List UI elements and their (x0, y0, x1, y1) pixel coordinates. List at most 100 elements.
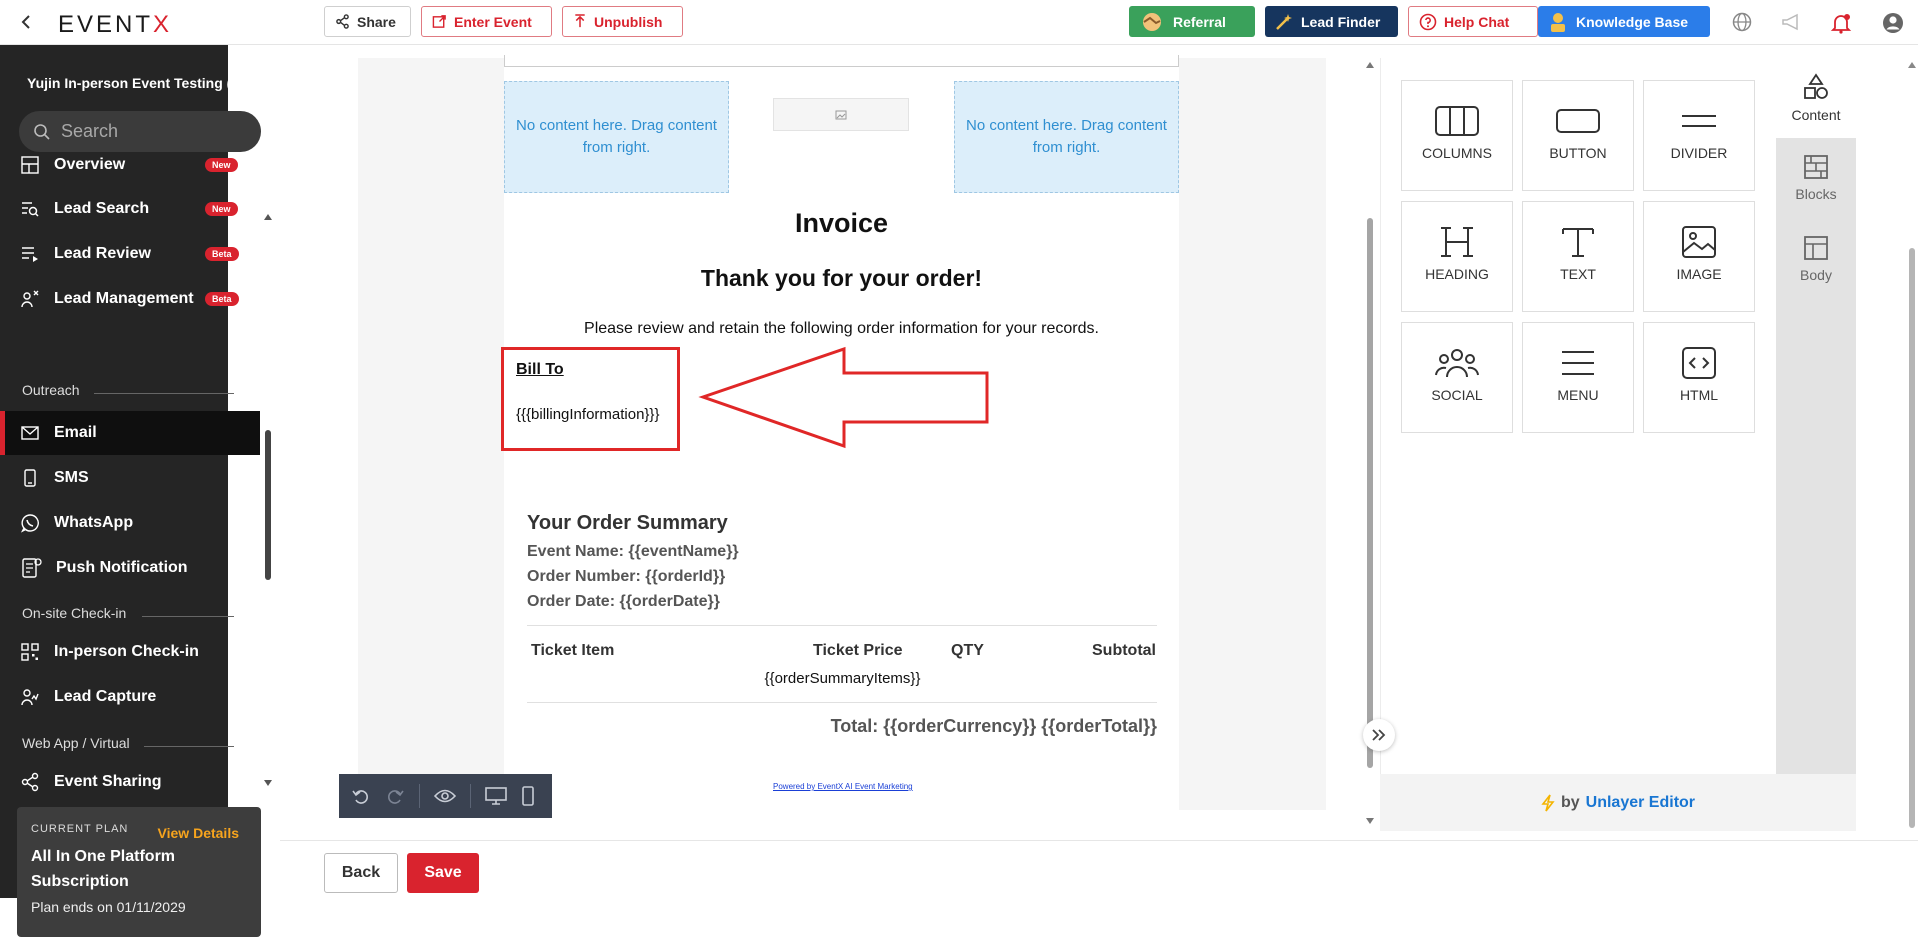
whatsapp-icon (20, 514, 39, 533)
external-link-icon (432, 15, 446, 28)
unlayer-editor-link[interactable]: Unlayer Editor (1586, 794, 1695, 812)
toolbar-separator (470, 784, 471, 808)
powered-by-link[interactable]: Powered by EventX AI Event Marketing (773, 782, 913, 791)
tile-text[interactable]: TEXT (1522, 201, 1634, 312)
sidebar-search[interactable]: Search (19, 111, 261, 152)
html-code-icon (1682, 347, 1716, 379)
menu-icon (1562, 351, 1594, 375)
tile-columns[interactable]: COLUMNS (1401, 80, 1513, 191)
share-icon (21, 772, 39, 792)
desktop-view-icon[interactable] (485, 786, 507, 806)
search-icon (34, 123, 50, 140)
bill-to-label[interactable]: Bill To (516, 361, 564, 379)
billing-information[interactable]: {{{billingInformation}}} (516, 406, 659, 423)
megaphone-icon[interactable] (1781, 12, 1803, 32)
order-date-line[interactable]: Order Date: {{orderDate}} (527, 593, 720, 611)
tile-menu[interactable]: MENU (1522, 322, 1634, 433)
tile-divider[interactable]: DIVIDER (1643, 80, 1755, 191)
order-total[interactable]: Total: {{orderCurrency}} {{orderTotal}} (720, 716, 1157, 737)
list-search-icon (22, 202, 39, 217)
sidebar-item-whatsapp[interactable]: WhatsApp (0, 501, 260, 545)
review-text[interactable]: Please review and retain the following o… (504, 320, 1179, 338)
tile-html[interactable]: HTML (1643, 322, 1755, 433)
knowledge-base-button[interactable]: Knowledge Base (1538, 6, 1710, 37)
collapse-panel-button[interactable] (1363, 719, 1395, 751)
sidebar-item-lead-review[interactable]: Lead Review Beta (0, 232, 260, 276)
sidebar-item-lead-management[interactable]: Lead Management Beta (0, 277, 260, 321)
eventx-logo[interactable]: EVENTX (58, 11, 172, 39)
text-icon (1562, 228, 1594, 257)
panel-scrollbar[interactable] (1906, 58, 1918, 838)
lead-capture-icon (21, 689, 39, 706)
view-details-link[interactable]: View Details (158, 825, 239, 841)
people-manage-icon (21, 290, 39, 308)
event-name[interactable]: Yujin In-person Event Testing (2... (27, 75, 251, 91)
upload-icon (575, 14, 585, 28)
order-summary-title[interactable]: Your Order Summary (527, 512, 728, 535)
bottom-bar (280, 840, 1918, 898)
current-plan-card: CURRENT PLAN View Details All In One Pla… (17, 807, 261, 937)
search-placeholder: Search (61, 121, 119, 141)
tab-content[interactable]: Content (1776, 58, 1856, 138)
referral-button[interactable]: Referral (1129, 6, 1255, 37)
user-account-icon[interactable] (1882, 12, 1904, 34)
bolt-icon (1541, 794, 1555, 811)
table-divider (527, 625, 1157, 626)
sidebar-item-email[interactable]: Email (0, 411, 260, 455)
share-button[interactable]: Share (324, 6, 411, 37)
tile-social[interactable]: SOCIAL (1401, 322, 1513, 433)
canvas-scrollbar[interactable] (1366, 58, 1374, 828)
empty-column-left[interactable]: No content here. Drag content from right… (504, 81, 729, 193)
sidebar-item-push-notification[interactable]: Push Notification (0, 546, 260, 590)
tab-body[interactable]: Body (1776, 219, 1856, 299)
help-circle-icon (1419, 13, 1437, 30)
back-button[interactable]: Back (324, 853, 398, 893)
image-icon (835, 110, 847, 119)
sidebar-nav: Overview New Lead Search New Lead Review… (0, 155, 260, 792)
col-ticket-item: Ticket Item (531, 642, 615, 659)
unpublish-button[interactable]: Unpublish (562, 6, 683, 37)
preview-eye-icon[interactable] (434, 788, 456, 804)
sidebar-item-in-person-checkin[interactable]: In-person Check-in (0, 630, 260, 674)
sidebar-scrollbar[interactable] (264, 210, 272, 790)
globe-icon[interactable] (1732, 12, 1752, 32)
tile-button[interactable]: BUTTON (1522, 80, 1634, 191)
redo-icon[interactable] (385, 786, 405, 806)
bell-icon[interactable] (1830, 12, 1852, 34)
tile-heading[interactable]: HEADING (1401, 201, 1513, 312)
sidebar-item-sms[interactable]: SMS (0, 456, 260, 500)
share-icon (336, 14, 349, 29)
sidebar: Yujin In-person Event Testing (2... Sear… (0, 45, 272, 937)
tile-image[interactable]: IMAGE (1643, 201, 1755, 312)
editor-toolbar (339, 774, 552, 818)
section-web-app-virtual: Web App / Virtual (22, 735, 130, 751)
order-items-placeholder[interactable]: {{orderSummaryItems}} (700, 670, 985, 687)
plan-ends: Plan ends on 01/11/2029 (31, 899, 186, 915)
order-number-line[interactable]: Order Number: {{orderId}} (527, 568, 725, 586)
sidebar-item-lead-search[interactable]: Lead Search New (0, 187, 260, 231)
new-badge: New (205, 158, 238, 172)
tab-blocks[interactable]: Blocks (1776, 138, 1856, 218)
shapes-icon (1804, 73, 1828, 99)
image-placeholder[interactable] (773, 98, 909, 131)
event-name-line[interactable]: Event Name: {{eventName}} (527, 543, 739, 561)
undo-icon[interactable] (351, 786, 371, 806)
sidebar-item-lead-capture[interactable]: Lead Capture (0, 675, 260, 719)
double-chevron-right-icon (1372, 729, 1386, 741)
phone-icon (24, 469, 36, 487)
mobile-view-icon[interactable] (521, 786, 535, 806)
empty-column-right[interactable]: No content here. Drag content from right… (954, 81, 1179, 193)
help-chat-button[interactable]: Help Chat (1408, 6, 1538, 37)
lead-finder-button[interactable]: Lead Finder (1265, 6, 1398, 37)
magic-wand-icon (1276, 13, 1292, 30)
invoice-heading[interactable]: Invoice (504, 208, 1179, 239)
sidebar-item-overview[interactable]: Overview New (0, 155, 260, 187)
columns-icon (1435, 106, 1479, 136)
enter-event-button[interactable]: Enter Event (421, 6, 552, 37)
back-chevron-icon[interactable] (20, 14, 34, 30)
panel-footer: by Unlayer Editor (1380, 774, 1856, 831)
save-button[interactable]: Save (407, 853, 479, 893)
blocks-grid-icon (1804, 155, 1828, 179)
sidebar-item-event-sharing[interactable]: Event Sharing (0, 760, 260, 792)
thank-you-heading[interactable]: Thank you for your order! (504, 265, 1179, 292)
